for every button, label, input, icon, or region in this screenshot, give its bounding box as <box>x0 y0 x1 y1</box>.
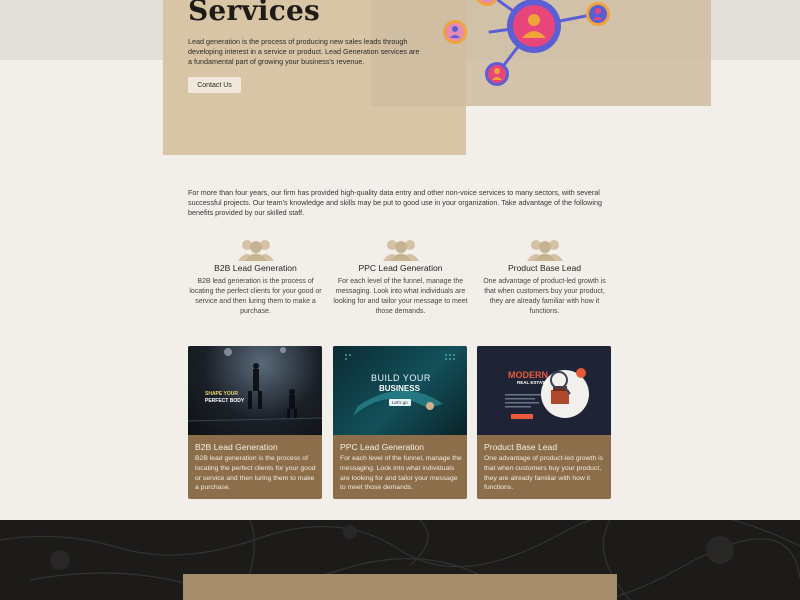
card-image-business: BUILD YOUR BUSINESS Let's go <box>333 346 467 435</box>
feature-title: PPC Lead Generation <box>358 263 443 273</box>
intro-paragraph: For more than four years, our firm has p… <box>188 188 602 218</box>
service-card-product-base[interactable]: MODERN REAL ESTATE Product Base Lead One… <box>477 346 611 499</box>
image-caption: BUSINESS <box>379 384 420 393</box>
feature-text: One advantage of product-led growth is t… <box>483 278 606 315</box>
image-caption: SHAPE YOUR <box>205 391 238 397</box>
image-caption: MODERN <box>508 370 548 380</box>
users-group-icon <box>526 240 563 261</box>
card-title: B2B Lead Generation <box>195 442 278 452</box>
image-caption: REAL ESTATE <box>517 380 548 385</box>
service-card-ppc[interactable]: BUILD YOUR BUSINESS Let's go PPC Lead Ge… <box>333 346 467 499</box>
hero-description: Lead generation is the process of produc… <box>188 37 420 67</box>
service-card-b2b[interactable]: SHAPE YOUR PERFECT BODY B2B Lead Generat… <box>188 346 322 499</box>
feature-b2b: B2B Lead Generation B2B lead generation … <box>188 237 323 317</box>
contact-us-button[interactable]: Contact Us <box>188 77 241 93</box>
dark-textured-section <box>0 520 800 600</box>
page-title: Services <box>188 0 320 27</box>
card-text: B2B lead generation is the process of lo… <box>195 455 316 492</box>
feature-text: For each level of the funnel, manage the… <box>333 278 468 315</box>
card-image-fitness: SHAPE YOUR PERFECT BODY <box>188 346 322 435</box>
card-text: For each level of the funnel, manage the… <box>340 455 462 492</box>
users-group-icon <box>382 240 419 261</box>
feature-product-base: Product Base Lead One advantage of produ… <box>477 237 612 317</box>
card-title: Product Base Lead <box>484 442 558 452</box>
card-image-real-estate: MODERN REAL ESTATE <box>477 346 611 435</box>
feature-title: Product Base Lead <box>507 263 582 273</box>
users-group-icon <box>237 240 274 261</box>
feature-text: B2B lead generation is the process of lo… <box>189 278 322 315</box>
image-caption: PERFECT BODY <box>205 398 245 404</box>
network-illustration <box>443 0 610 86</box>
feature-ppc: PPC Lead Generation For each level of th… <box>333 237 468 317</box>
image-caption: BUILD YOUR <box>371 373 431 383</box>
footer-tan-panel <box>183 574 617 600</box>
image-badge: Let's go <box>389 399 411 406</box>
feature-title: B2B Lead Generation <box>214 263 297 273</box>
card-text: One advantage of product-led growth is t… <box>484 455 604 492</box>
card-title: PPC Lead Generation <box>340 442 425 452</box>
